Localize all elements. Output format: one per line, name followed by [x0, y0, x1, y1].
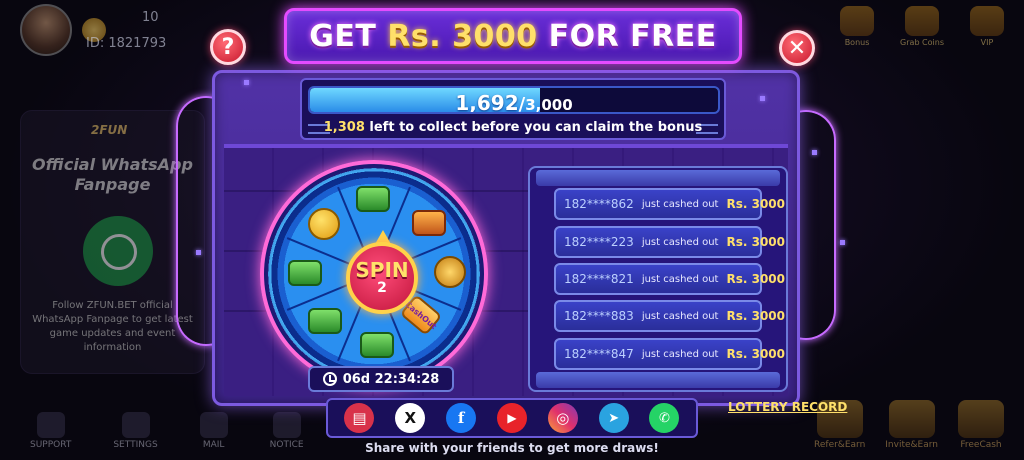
- cashout-amount: Rs. 3000: [726, 272, 785, 286]
- gear-icon: [121, 412, 150, 438]
- telegram-icon: ➤: [608, 410, 620, 426]
- instagram-icon: ◎: [556, 409, 570, 427]
- cashout-phone: 182****862: [564, 197, 634, 211]
- x-share-button[interactable]: X: [395, 403, 426, 433]
- spin-count: 2: [377, 280, 387, 296]
- whatsapp-logo-icon: [83, 216, 153, 286]
- crown-icon: [970, 6, 1004, 36]
- progress-current: 1,692: [455, 91, 519, 114]
- youtube-share-button[interactable]: ▶: [496, 403, 527, 433]
- title-banner: GET Rs. 3000 FOR FREE: [284, 8, 742, 64]
- cashout-amount: Rs. 3000: [726, 197, 785, 211]
- list-cap-top: [536, 170, 780, 186]
- timer-value: 06d 22:34:28: [342, 371, 440, 387]
- share-caption: Share with your friends to get more draw…: [365, 441, 659, 455]
- question-icon: ?: [221, 34, 235, 60]
- bonus-label: Bonus: [844, 38, 870, 47]
- coin-icon: [434, 256, 466, 288]
- bonus-icon: [840, 6, 875, 36]
- cash-icon: [288, 260, 322, 286]
- cash-icon: [360, 332, 394, 358]
- sparkle: [840, 240, 845, 245]
- grab-coins-button[interactable]: Grab Coins: [900, 6, 944, 47]
- support-icon: [36, 412, 65, 438]
- youtube-icon: ▶: [507, 411, 517, 425]
- facebook-share-button[interactable]: f: [446, 403, 477, 433]
- grab-coins-icon: [905, 6, 940, 36]
- cashout-phone: 182****847: [564, 347, 634, 361]
- message-share-button[interactable]: ▤: [344, 403, 375, 433]
- prize-wheel: CashOut SPIN 2: [254, 160, 502, 388]
- top-right-menu: Bonus Grab Coins VIP: [840, 6, 1004, 47]
- x-icon: X: [404, 409, 417, 427]
- spin-label: SPIN: [355, 258, 409, 282]
- list-item: 182****847 just cashed out Rs. 3000: [554, 338, 785, 370]
- telegram-share-button[interactable]: ➤: [598, 403, 629, 433]
- avatar[interactable]: [20, 4, 72, 56]
- bonus-button[interactable]: Bonus: [840, 6, 875, 47]
- whatsapp-share-button[interactable]: ✆: [649, 403, 680, 433]
- remaining-amount: 1,308: [323, 120, 365, 135]
- list-cap-bottom: [536, 372, 780, 388]
- title-suffix: FOR FREE: [537, 18, 717, 54]
- chest-icon: [412, 210, 446, 236]
- cashout-text: just cashed out: [641, 348, 719, 360]
- spin-button[interactable]: SPIN 2: [346, 242, 418, 314]
- progress-total: 3,000: [525, 96, 573, 114]
- modal-title: GET Rs. 3000 FOR FREE: [309, 19, 716, 54]
- help-button[interactable]: ?: [210, 29, 246, 65]
- title-amount: Rs. 3000: [387, 18, 538, 54]
- remaining-text: left to collect before you can claim the…: [364, 120, 703, 135]
- cashout-amount: Rs. 3000: [726, 347, 785, 361]
- list-item: 182****223 just cashed out Rs. 3000: [554, 226, 785, 258]
- cashout-phone: 182****821: [564, 272, 634, 286]
- invite-icon: [888, 400, 935, 438]
- whatsapp-icon: ✆: [659, 410, 670, 426]
- cashout-phone: 182****883: [564, 309, 634, 323]
- cash-icon: [308, 308, 342, 334]
- cashout-text: just cashed out: [641, 198, 719, 210]
- facebook-icon: f: [457, 409, 465, 427]
- close-icon: ✕: [787, 35, 807, 61]
- grab-coins-label: Grab Coins: [900, 38, 944, 47]
- close-button[interactable]: ✕: [779, 30, 815, 66]
- promo-text: Follow ZFUN.BET official WhatsApp Fanpag…: [32, 300, 193, 353]
- cashout-amount: Rs. 3000: [726, 309, 785, 323]
- promo-brand: 2FUN: [91, 123, 128, 137]
- cashout-text: just cashed out: [641, 273, 719, 285]
- sparkle: [244, 80, 249, 85]
- progress-bar: 1,692/3,000: [308, 86, 720, 114]
- lottery-record-link[interactable]: LOTTERY RECORD: [728, 400, 847, 414]
- cashout-phone: 182****223: [564, 235, 634, 249]
- sparkle: [196, 250, 201, 255]
- message-icon: ▤: [352, 409, 367, 427]
- progress-panel: 1,692/3,000 1,308 left to collect before…: [300, 78, 726, 140]
- coin-balance: 10: [142, 10, 159, 25]
- share-bar: ▤ X f ▶ ◎ ➤ ✆: [326, 398, 698, 438]
- clock-icon: [322, 372, 337, 386]
- list-item: 182****862 just cashed out Rs. 3000: [554, 188, 785, 220]
- list-item: 182****883 just cashed out Rs. 3000: [554, 300, 785, 332]
- progress-note: 1,308 left to collect before you can cla…: [302, 120, 724, 135]
- sparkle: [760, 96, 765, 101]
- emoji-icon: [308, 208, 340, 240]
- user-id: ID: 1821793: [86, 36, 167, 51]
- vip-button[interactable]: VIP: [970, 6, 1004, 47]
- list-item: 182****821 just cashed out Rs. 3000: [554, 263, 785, 295]
- instagram-share-button[interactable]: ◎: [547, 403, 578, 433]
- sparkle: [812, 150, 817, 155]
- title-prefix: GET: [309, 18, 388, 54]
- cashout-text: just cashed out: [641, 310, 719, 322]
- cashout-amount: Rs. 3000: [726, 235, 785, 249]
- cashout-text: just cashed out: [641, 236, 719, 248]
- progress-label: 1,692/3,000: [310, 91, 718, 114]
- free-cash-icon: [958, 400, 1004, 438]
- cash-icon: [356, 186, 390, 212]
- countdown-timer: 06d 22:34:28: [308, 366, 454, 392]
- vip-label: VIP: [980, 38, 994, 47]
